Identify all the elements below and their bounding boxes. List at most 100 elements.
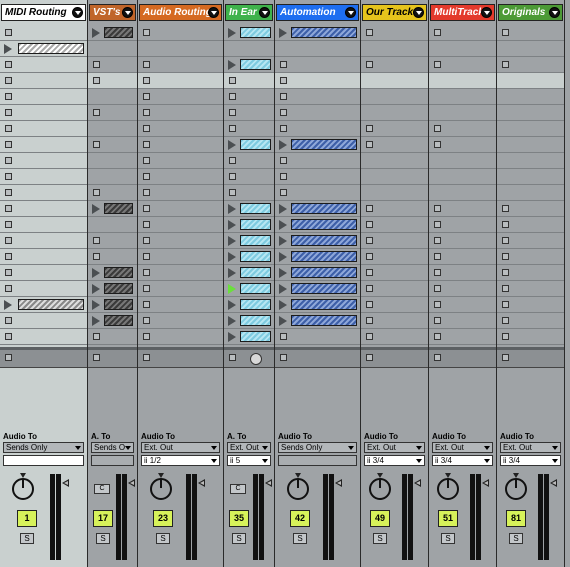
clip-stop-button[interactable] <box>366 237 373 244</box>
clip[interactable] <box>104 267 133 278</box>
clip-stop-button[interactable] <box>502 333 509 340</box>
clip[interactable] <box>291 267 357 278</box>
clip-launch-icon[interactable] <box>228 268 236 278</box>
clip-stop-button[interactable] <box>143 61 150 68</box>
clip[interactable] <box>291 235 357 246</box>
record-circle-icon[interactable] <box>250 353 262 365</box>
clip[interactable] <box>291 299 357 310</box>
volume-handle[interactable] <box>128 479 135 487</box>
clip-stop-button[interactable] <box>366 269 373 276</box>
clip-stop-button[interactable] <box>143 205 150 212</box>
clip-stop-button[interactable] <box>143 253 150 260</box>
pan-knob[interactable] <box>369 478 391 500</box>
volume-handle[interactable] <box>550 479 557 487</box>
clip[interactable] <box>240 139 271 150</box>
pan-knob[interactable] <box>437 478 459 500</box>
clip-stop-button[interactable] <box>143 237 150 244</box>
track-header-originals[interactable]: Originals <box>498 4 563 21</box>
clip-launch-icon[interactable] <box>279 268 287 278</box>
clip[interactable] <box>104 315 133 326</box>
track-menu-icon[interactable] <box>208 7 219 18</box>
clip[interactable] <box>240 27 271 38</box>
pan-knob[interactable] <box>150 478 172 500</box>
volume-handle[interactable] <box>198 479 205 487</box>
clip-stop-button[interactable] <box>502 61 509 68</box>
output-type-dropdown[interactable]: Sends Only <box>278 442 357 453</box>
track-header-automation[interactable]: Automation <box>276 4 359 21</box>
clip[interactable] <box>291 139 357 150</box>
clip-stop-button[interactable] <box>434 333 441 340</box>
cue-button[interactable]: C <box>230 484 246 494</box>
output-channel-dropdown[interactable]: ii 3/4 <box>500 455 561 466</box>
track-activator[interactable]: 1 <box>17 510 37 527</box>
output-channel-dropdown[interactable]: ii 3/4 <box>432 455 493 466</box>
clip-stop-button[interactable] <box>434 221 441 228</box>
clip-stop-button[interactable] <box>366 61 373 68</box>
clip-stop-button[interactable] <box>5 285 12 292</box>
track-header-audio-routing[interactable]: Audio Routing <box>139 4 222 21</box>
clip[interactable] <box>104 27 133 38</box>
clip-stop-button[interactable] <box>229 189 236 196</box>
clip-stop-button[interactable] <box>434 301 441 308</box>
clip-stop-button[interactable] <box>434 269 441 276</box>
output-channel-dropdown[interactable] <box>91 455 134 466</box>
clip[interactable] <box>291 251 357 262</box>
track-activator[interactable]: 81 <box>506 510 526 527</box>
output-channel-dropdown[interactable] <box>3 455 84 466</box>
clip-stop-button[interactable] <box>366 141 373 148</box>
output-type-dropdown[interactable]: Sends O <box>91 442 134 453</box>
output-type-dropdown[interactable]: Ext. Out <box>227 442 271 453</box>
output-channel-dropdown[interactable]: ii 5 <box>227 455 271 466</box>
clip-stop-button[interactable] <box>366 205 373 212</box>
clip-launch-icon[interactable] <box>228 332 236 342</box>
clip-stop-button[interactable] <box>280 109 287 116</box>
solo-button[interactable]: S <box>509 533 523 544</box>
clip-stop-button[interactable] <box>280 77 287 84</box>
clip-stop-button[interactable] <box>366 125 373 132</box>
clip-launch-icon[interactable] <box>92 268 100 278</box>
clip-stop-button[interactable] <box>434 29 441 36</box>
clip-stop-button[interactable] <box>502 317 509 324</box>
clip-stop-button[interactable] <box>143 173 150 180</box>
volume-handle[interactable] <box>62 479 69 487</box>
clip-stop-button[interactable] <box>143 301 150 308</box>
clip-stop-button[interactable] <box>5 221 12 228</box>
clip-stop-button[interactable] <box>5 237 12 244</box>
clip-stop-button[interactable] <box>366 285 373 292</box>
clip-stop-button[interactable] <box>434 205 441 212</box>
clip-launch-icon[interactable] <box>4 300 12 310</box>
clip-stop-button[interactable] <box>93 237 100 244</box>
clip-stop-button[interactable] <box>5 109 12 116</box>
clip-launch-icon[interactable] <box>279 316 287 326</box>
clip-stop-button[interactable] <box>5 333 12 340</box>
clip[interactable] <box>240 203 271 214</box>
clip-stop-button[interactable] <box>502 237 509 244</box>
track-activator[interactable]: 23 <box>153 510 173 527</box>
clip[interactable] <box>240 251 271 262</box>
solo-button[interactable]: S <box>232 533 246 544</box>
clip[interactable] <box>291 219 357 230</box>
clip-stop-button[interactable] <box>143 29 150 36</box>
clip-stop-button[interactable] <box>280 125 287 132</box>
clip-stop-button[interactable] <box>5 93 12 100</box>
clip[interactable] <box>240 315 271 326</box>
clip-stop-button[interactable] <box>434 61 441 68</box>
clip-launch-icon[interactable] <box>228 28 236 38</box>
clip-stop-button[interactable] <box>502 253 509 260</box>
track-header-our-tracks[interactable]: Our Tracks <box>362 4 427 21</box>
clip-stop-button[interactable] <box>502 285 509 292</box>
clip-stop-button[interactable] <box>229 93 236 100</box>
clip-launch-icon[interactable] <box>279 252 287 262</box>
track-menu-icon[interactable] <box>345 7 356 18</box>
clip-launch-icon[interactable] <box>279 236 287 246</box>
track-activator[interactable]: 35 <box>229 510 249 527</box>
clip-stop-button[interactable] <box>93 109 100 116</box>
clip[interactable] <box>104 283 133 294</box>
clip-launch-icon[interactable] <box>92 284 100 294</box>
clip-stop-button[interactable] <box>93 61 100 68</box>
pan-knob[interactable] <box>12 478 34 500</box>
volume-handle[interactable] <box>482 479 489 487</box>
clip-stop-button[interactable] <box>93 141 100 148</box>
solo-button[interactable]: S <box>156 533 170 544</box>
clip-launch-icon[interactable] <box>228 60 236 70</box>
